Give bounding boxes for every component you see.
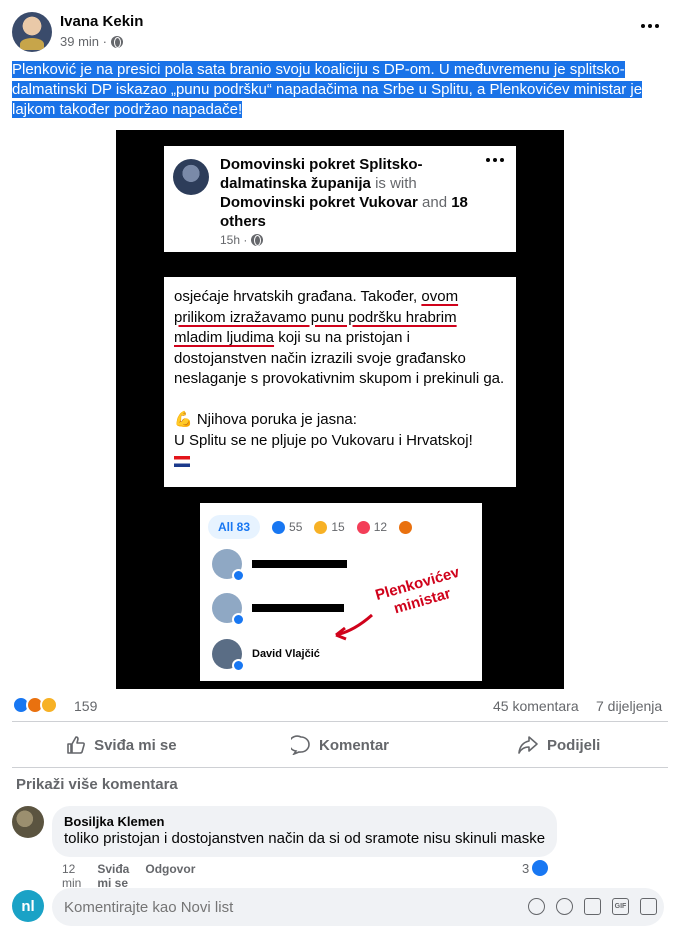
post-image[interactable]: Domovinski pokret Splitsko-dalmatinska ž… <box>116 130 564 689</box>
embedded-post-body: osjećaje hrvatskih građana. Također, ovo… <box>164 277 516 487</box>
annotation-text: Plenkovićev ministar <box>373 563 462 618</box>
commenter-name[interactable]: Bosiljka Klemen <box>64 814 545 829</box>
embedded-time-text: 15h · <box>220 233 248 247</box>
sticker-icon[interactable] <box>640 898 657 915</box>
tab-care-count: 15 <box>331 520 345 534</box>
sad-icon <box>40 696 58 714</box>
embedded-time: 15h · <box>220 233 264 247</box>
like-label: Sviđa mi se <box>94 736 177 754</box>
comment-label: Komentar <box>319 736 390 754</box>
comment-like-count: 3 <box>522 860 530 876</box>
angry-icon <box>399 520 413 534</box>
embedded-and: and <box>422 194 448 211</box>
post-time[interactable]: 39 min · <box>60 34 107 49</box>
reactor-avatar <box>212 639 245 672</box>
like-badge-icon <box>232 569 245 582</box>
avatar-sticker-icon[interactable] <box>528 898 545 915</box>
comment-likes[interactable]: 3 <box>522 860 549 876</box>
comment-text: toliko pristojan i dostojanstven način d… <box>64 830 546 847</box>
page-avatar <box>173 159 209 195</box>
more-icon <box>486 158 504 162</box>
tab-love-count: 12 <box>373 520 388 534</box>
thumbs-up-icon <box>67 736 85 754</box>
embedded-body-1: osjećaje hrvatskih građana. Također, <box>174 288 418 305</box>
embedded-post-header: Domovinski pokret Splitsko-dalmatinska ž… <box>164 146 516 252</box>
comment-reply-button[interactable]: Odgovor <box>145 862 195 890</box>
share-count[interactable]: 7 dijeljenja <box>596 698 662 714</box>
arrow-icon <box>335 613 373 641</box>
author-avatar[interactable] <box>12 12 52 52</box>
divider <box>12 767 668 768</box>
dot-icon <box>648 24 652 28</box>
tab-like-count: 55 <box>289 520 303 534</box>
divider <box>12 721 668 722</box>
reactor-name: David Vlajčić <box>252 648 320 660</box>
like-icon <box>272 520 286 534</box>
post-text-content: Plenković je na presici pola sata branio… <box>12 61 643 118</box>
reactor-row: David Vlajčić <box>212 639 320 672</box>
share-label: Podijeli <box>547 736 601 754</box>
comment-icon <box>291 735 310 755</box>
reactor-avatar <box>212 549 245 582</box>
embedded-is-with: is with <box>375 175 417 192</box>
reaction-summary[interactable] <box>12 696 58 714</box>
tab-like: 55 <box>272 520 302 534</box>
croatian-flag-icon <box>174 455 190 467</box>
commenter-avatar[interactable] <box>12 806 44 838</box>
composer-tools: GIF <box>528 898 657 915</box>
author-name[interactable]: Ivana Kekin <box>60 13 143 30</box>
like-badge-icon <box>232 613 245 626</box>
dot-icon <box>655 24 659 28</box>
reaction-count[interactable]: 159 <box>74 698 97 714</box>
more-options-button[interactable] <box>638 14 662 38</box>
gif-icon[interactable]: GIF <box>612 898 629 915</box>
globe-icon <box>251 234 264 246</box>
post-stats: 159 45 komentara 7 dijeljenja <box>12 695 668 717</box>
embedded-with-page: Domovinski pokret Vukovar <box>220 194 418 211</box>
redacted-name <box>252 604 344 612</box>
globe-icon <box>110 35 123 48</box>
dot-icon <box>641 24 645 28</box>
reactor-avatar <box>212 593 245 626</box>
comment-time[interactable]: 12 min <box>62 862 81 890</box>
embedded-body-4: U Splitu se ne pljuje po Vukovaru i Hrva… <box>174 431 473 449</box>
view-more-comments-link[interactable]: Prikaži više komentara <box>16 776 178 793</box>
love-icon <box>356 520 370 534</box>
care-icon <box>314 520 328 534</box>
reactor-row <box>212 593 344 626</box>
post-text: Plenković je na presici pola sata branio… <box>12 60 652 120</box>
like-icon <box>532 860 549 876</box>
post-header: Ivana Kekin 39 min · <box>0 0 680 58</box>
emoji-icon[interactable] <box>556 898 573 915</box>
comment-count[interactable]: 45 komentara <box>493 698 579 714</box>
embedded-page-line: Domovinski pokret Splitsko-dalmatinska ž… <box>220 155 500 231</box>
post-actions: Sviđa mi se Komentar Podijeli <box>12 726 668 764</box>
reactor-row <box>212 549 347 582</box>
like-badge-icon <box>232 659 245 672</box>
embedded-reactions-list: All 83 55 15 12 David Vlajčić Plenkoviće… <box>200 503 482 681</box>
like-button[interactable]: Sviđa mi se <box>12 726 231 764</box>
tab-all: All 83 <box>208 515 261 539</box>
embedded-body-3: 💪 Njihova poruka je jasna: <box>174 411 357 428</box>
tab-care: 15 <box>314 520 345 534</box>
comment-footer: 12 min Sviđa mi se Odgovor <box>62 862 195 890</box>
tab-love: 12 <box>356 520 388 534</box>
redacted-name <box>252 560 347 568</box>
share-button[interactable]: Podijeli <box>449 726 668 764</box>
post-meta: 39 min · <box>60 34 123 49</box>
camera-icon[interactable] <box>584 898 601 915</box>
comment-bubble: Bosiljka Klemen toliko pristojan i dosto… <box>52 806 558 857</box>
tab-angry <box>399 520 413 534</box>
comment-like-button[interactable]: Sviđa mi se <box>97 862 129 890</box>
composer-avatar: nl <box>12 890 44 922</box>
share-icon <box>518 736 538 754</box>
comment-button[interactable]: Komentar <box>231 726 450 764</box>
comment-composer: nl GIF <box>12 888 668 928</box>
reaction-tabs: All 83 55 15 12 <box>208 515 413 539</box>
